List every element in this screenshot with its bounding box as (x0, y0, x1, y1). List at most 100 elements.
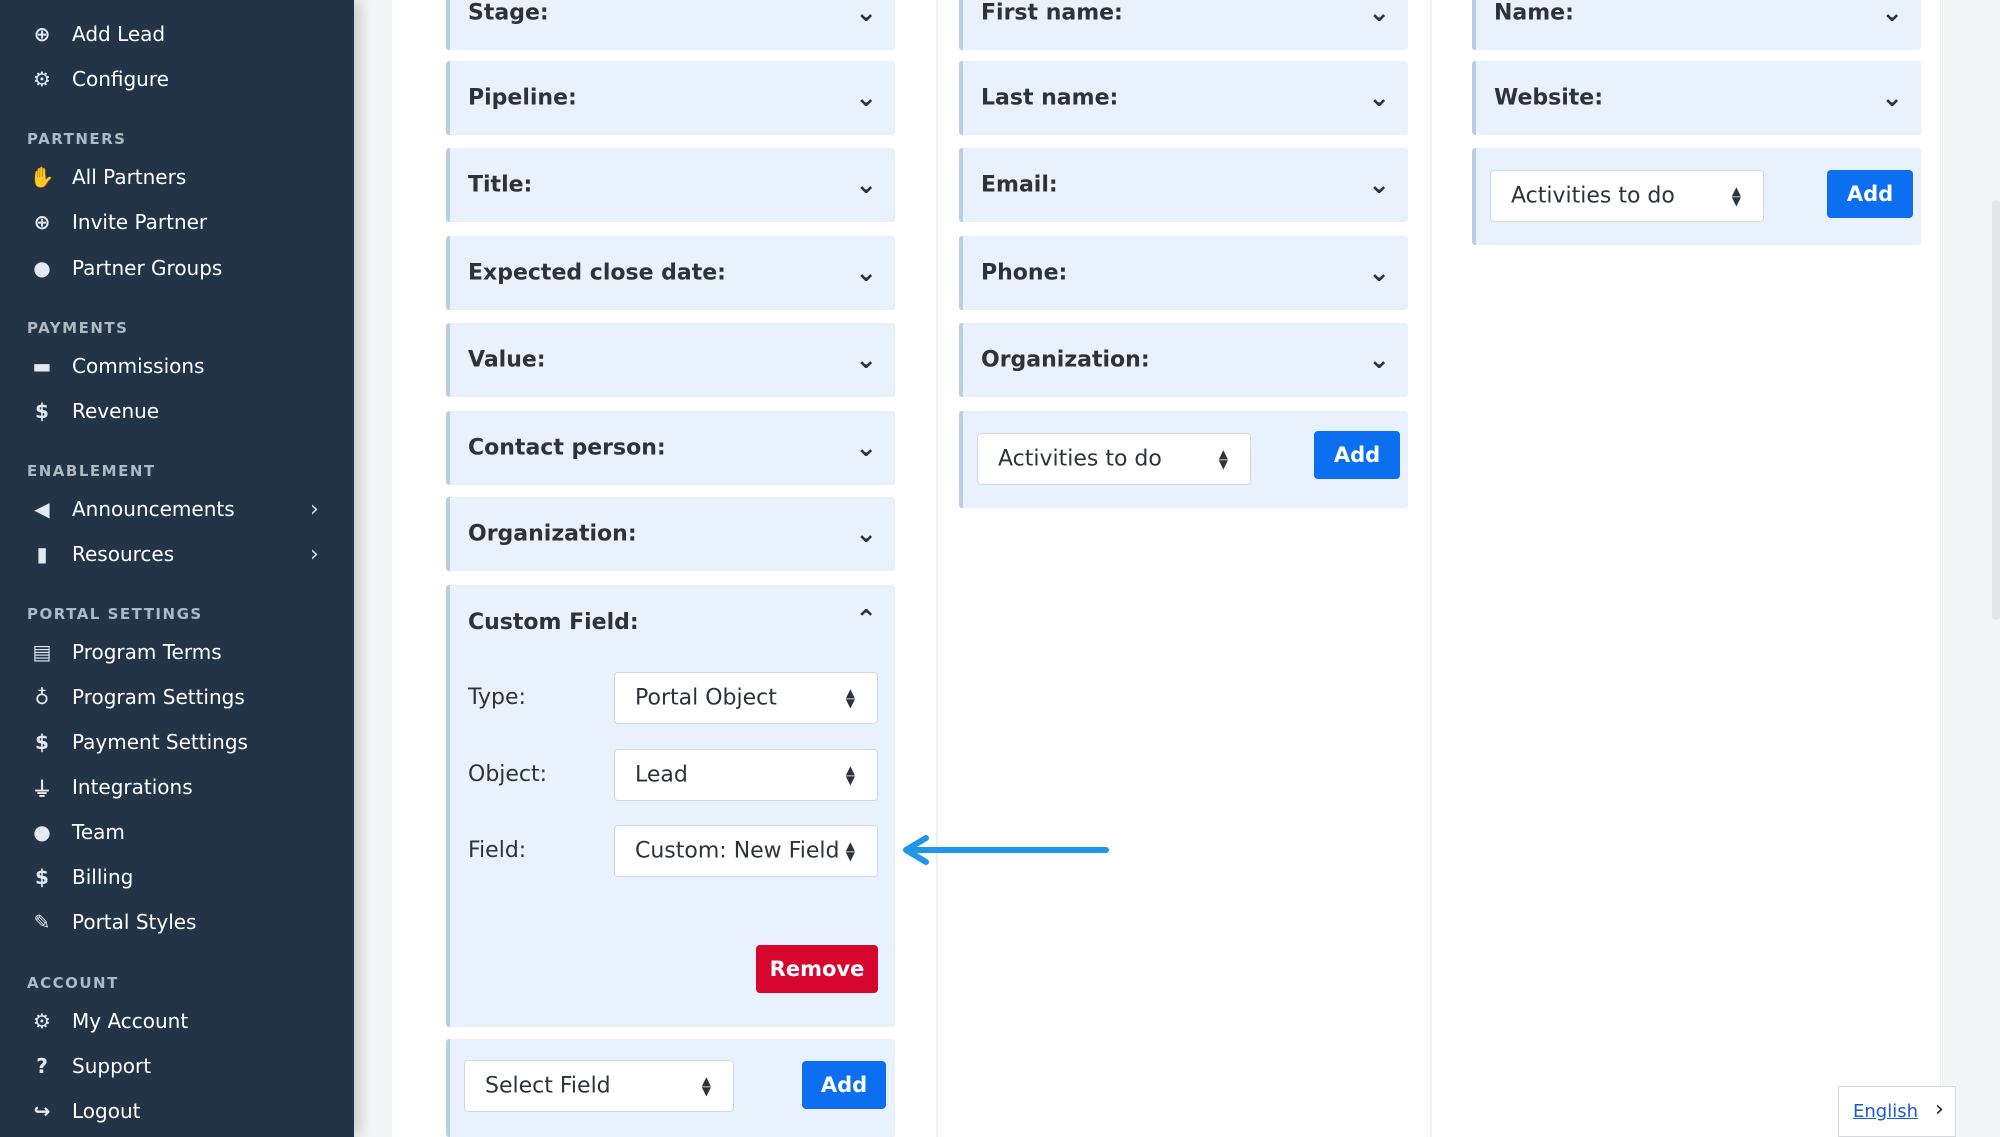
nav-portal-styles[interactable]: ✎ Portal Styles (0, 902, 354, 942)
add-button[interactable]: Add (1314, 431, 1400, 479)
nav-add-lead[interactable]: ⊕ Add Lead (0, 14, 354, 54)
chevron-down-icon[interactable]: ⌄ (855, 83, 877, 113)
chevron-down-icon[interactable]: ⌄ (1881, 0, 1903, 28)
field-label: Organization: (468, 521, 637, 547)
nav-configure[interactable]: ⚙ Configure (0, 59, 354, 99)
chevron-up-icon[interactable]: ⌃ (855, 605, 877, 635)
language-link[interactable]: English (1853, 1101, 1918, 1122)
nav-label: Add Lead (72, 22, 166, 46)
select-field-dropdown[interactable]: Select Field ▲ ▼ (464, 1060, 734, 1112)
nav-integrations[interactable]: ⏚ Integrations (0, 767, 354, 807)
custom-field-panel: Custom Field: ⌃ Type: Portal Object ▲ ▼ O… (446, 585, 895, 1027)
field-select[interactable]: Custom: New Field ▲ ▼ (614, 825, 878, 877)
field-name[interactable]: Name: ⌄ (1472, 0, 1921, 50)
section-title-enablement: ENABLEMENT (27, 462, 156, 480)
field-label: Value: (468, 347, 546, 373)
chevron-down-icon[interactable]: ⌄ (1368, 83, 1390, 113)
language-selector[interactable]: English › (1838, 1086, 1956, 1137)
chevron-down-icon[interactable]: ⌄ (855, 170, 877, 200)
chevron-down-icon[interactable]: ⌄ (1368, 345, 1390, 375)
nav-all-partners[interactable]: ✋ All Partners (0, 157, 354, 197)
credit-card-icon: ▬ (32, 354, 52, 378)
nav-logout[interactable]: ↪ Logout (0, 1091, 354, 1131)
select-value: Activities to do (998, 446, 1162, 472)
lead-add-field-panel: Select Field ▲ ▼ Add (446, 1039, 895, 1137)
nav-my-account[interactable]: ⚙ My Account (0, 1001, 354, 1041)
sort-arrows-icon: ▲ ▼ (701, 1074, 711, 1098)
chevron-down-icon[interactable]: ⌄ (855, 0, 877, 28)
type-label: Type: (468, 685, 526, 710)
chevron-right-icon: › (310, 496, 319, 522)
gear-icon: ⚙ (33, 67, 51, 91)
object-select[interactable]: Lead ▲ ▼ (614, 749, 878, 801)
nav-support[interactable]: ? Support (0, 1046, 354, 1086)
nav-revenue[interactable]: $ Revenue (0, 391, 354, 431)
type-select[interactable]: Portal Object ▲ ▼ (614, 672, 878, 724)
arrow-left-icon (903, 835, 1109, 865)
dollar-icon: $ (35, 865, 49, 889)
field-stage[interactable]: Stage: ⌄ (446, 0, 895, 50)
remove-button[interactable]: Remove (756, 945, 878, 993)
nav-label: Integrations (72, 775, 193, 799)
activities-select[interactable]: Activities to do ▲ ▼ (1490, 170, 1764, 222)
add-button[interactable]: Add (802, 1061, 886, 1109)
field-expected-close-date[interactable]: Expected close date: ⌄ (446, 236, 895, 310)
nav-partner-groups[interactable]: ● Partner Groups (0, 248, 354, 288)
nav-label: Resources (72, 542, 175, 566)
plus-circle-icon: ⊕ (33, 22, 51, 46)
field-website[interactable]: Website: ⌄ (1472, 61, 1921, 135)
nav-commissions[interactable]: ▬ Commissions (0, 346, 354, 386)
nav-label: Program Settings (72, 685, 245, 709)
nav-program-terms[interactable]: ▤ Program Terms (0, 632, 354, 672)
field-last-name[interactable]: Last name: ⌄ (959, 61, 1408, 135)
nav-label: Portal Styles (72, 910, 197, 934)
field-value[interactable]: Value: ⌄ (446, 323, 895, 397)
plug-icon: ⏚ (32, 776, 52, 801)
handshake-icon: ✋ (29, 165, 55, 189)
nav-billing[interactable]: $ Billing (0, 857, 354, 897)
nav-payment-settings[interactable]: $ Payment Settings (0, 722, 354, 762)
nav-label: Billing (72, 865, 134, 889)
nav-label: Revenue (72, 399, 160, 423)
document-icon: ▤ (32, 640, 52, 664)
field-label: Organization: (981, 347, 1150, 373)
chevron-down-icon[interactable]: ⌄ (855, 258, 877, 288)
nav-team[interactable]: ● Team (0, 812, 354, 852)
field-person-organization[interactable]: Organization: ⌄ (959, 323, 1408, 397)
chevron-down-icon[interactable]: ⌄ (855, 433, 877, 463)
field-label: Last name: (981, 85, 1119, 111)
field-contact-person[interactable]: Contact person: ⌄ (446, 411, 895, 485)
chevron-down-icon[interactable]: ⌄ (1368, 258, 1390, 288)
chevron-down-icon[interactable]: ⌄ (1368, 170, 1390, 200)
chevron-down-icon[interactable]: ⌄ (1881, 83, 1903, 113)
section-title-payments: PAYMENTS (27, 319, 129, 337)
person-add-field-panel: Activities to do ▲ ▼ Add (959, 411, 1408, 508)
field-label: Website: (1494, 85, 1604, 111)
add-button[interactable]: Add (1827, 170, 1913, 218)
nav-program-settings[interactable]: ♁ Program Settings (0, 677, 354, 717)
field-organization[interactable]: Organization: ⌄ (446, 497, 895, 571)
scrollbar[interactable] (1992, 200, 2000, 620)
field-first-name[interactable]: First name: ⌄ (959, 0, 1408, 50)
activities-select[interactable]: Activities to do ▲ ▼ (977, 433, 1251, 485)
users-icon: ● (33, 820, 51, 844)
field-phone[interactable]: Phone: ⌄ (959, 236, 1408, 310)
nav-label: My Account (72, 1009, 189, 1033)
nav-resources[interactable]: ▮ Resources › (0, 534, 354, 574)
field-label: Pipeline: (468, 85, 577, 111)
sort-arrows-icon: ▲ ▼ (1218, 447, 1228, 471)
chevron-down-icon[interactable]: ⌄ (855, 345, 877, 375)
chevron-down-icon[interactable]: ⌄ (855, 519, 877, 549)
chevron-down-icon[interactable]: ⌄ (1368, 0, 1390, 28)
sort-arrows-icon: ▲ ▼ (845, 686, 855, 710)
section-title-account: ACCOUNT (27, 974, 119, 992)
field-label: First name: (981, 0, 1123, 26)
field-pipeline[interactable]: Pipeline: ⌄ (446, 61, 895, 135)
sort-arrows-icon: ▲ ▼ (845, 839, 855, 863)
nav-invite-partner[interactable]: ⊕ Invite Partner (0, 202, 354, 242)
field-label: Email: (981, 172, 1058, 198)
field-email[interactable]: Email: ⌄ (959, 148, 1408, 222)
nav-announcements[interactable]: ◀ Announcements › (0, 489, 354, 529)
field-title[interactable]: Title: ⌄ (446, 148, 895, 222)
column-divider (1430, 0, 1432, 1137)
